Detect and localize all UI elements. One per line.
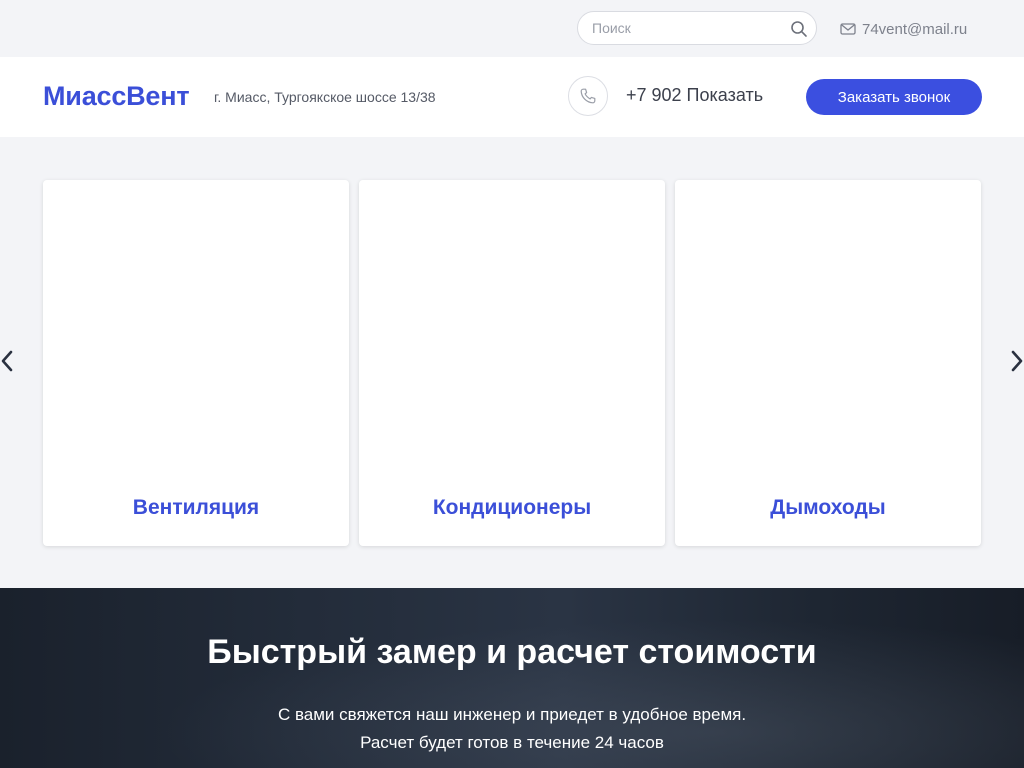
search-icon[interactable]	[790, 20, 808, 38]
email-text[interactable]: 74vent@mail.ru	[862, 21, 967, 38]
service-card-air-conditioners[interactable]: Кондиционеры	[359, 180, 665, 546]
envelope-icon	[840, 23, 856, 35]
promo-text-line: Расчет будет готов в течение 24 часов	[360, 733, 664, 752]
promo-title: Быстрый замер и расчет стоимости	[207, 633, 817, 671]
service-card-title[interactable]: Вентиляция	[43, 496, 349, 520]
chevron-right-icon[interactable]	[1010, 349, 1024, 373]
service-card-title[interactable]: Кондиционеры	[359, 496, 665, 520]
address-text: г. Миасс, Тургоякское шоссе 13/38	[214, 89, 436, 105]
promo-banner: Быстрый замер и расчет стоимости С вами …	[0, 588, 1024, 768]
header: МиассВент г. Миасс, Тургоякское шоссе 13…	[0, 57, 1024, 137]
services-slider: Вентиляция Кондиционеры Дымоходы	[0, 137, 1024, 588]
email-link[interactable]: 74vent@mail.ru	[840, 19, 967, 39]
chevron-left-icon[interactable]	[0, 349, 14, 373]
search-input[interactable]	[592, 12, 782, 44]
site-logo[interactable]: МиассВент	[43, 81, 190, 112]
service-card-ventilation[interactable]: Вентиляция	[43, 180, 349, 546]
promo-text-line: С вами свяжется наш инженер и приедет в …	[277, 705, 747, 724]
phone-icon	[568, 76, 608, 116]
phone-number-show[interactable]: +7 902 Показать	[626, 85, 763, 106]
top-bar: 74vent@mail.ru	[0, 0, 1024, 57]
order-callback-button[interactable]: Заказать звонок	[806, 79, 982, 115]
search-box[interactable]	[577, 11, 817, 45]
service-card-title[interactable]: Дымоходы	[675, 496, 981, 520]
service-card-chimneys[interactable]: Дымоходы	[675, 180, 981, 546]
